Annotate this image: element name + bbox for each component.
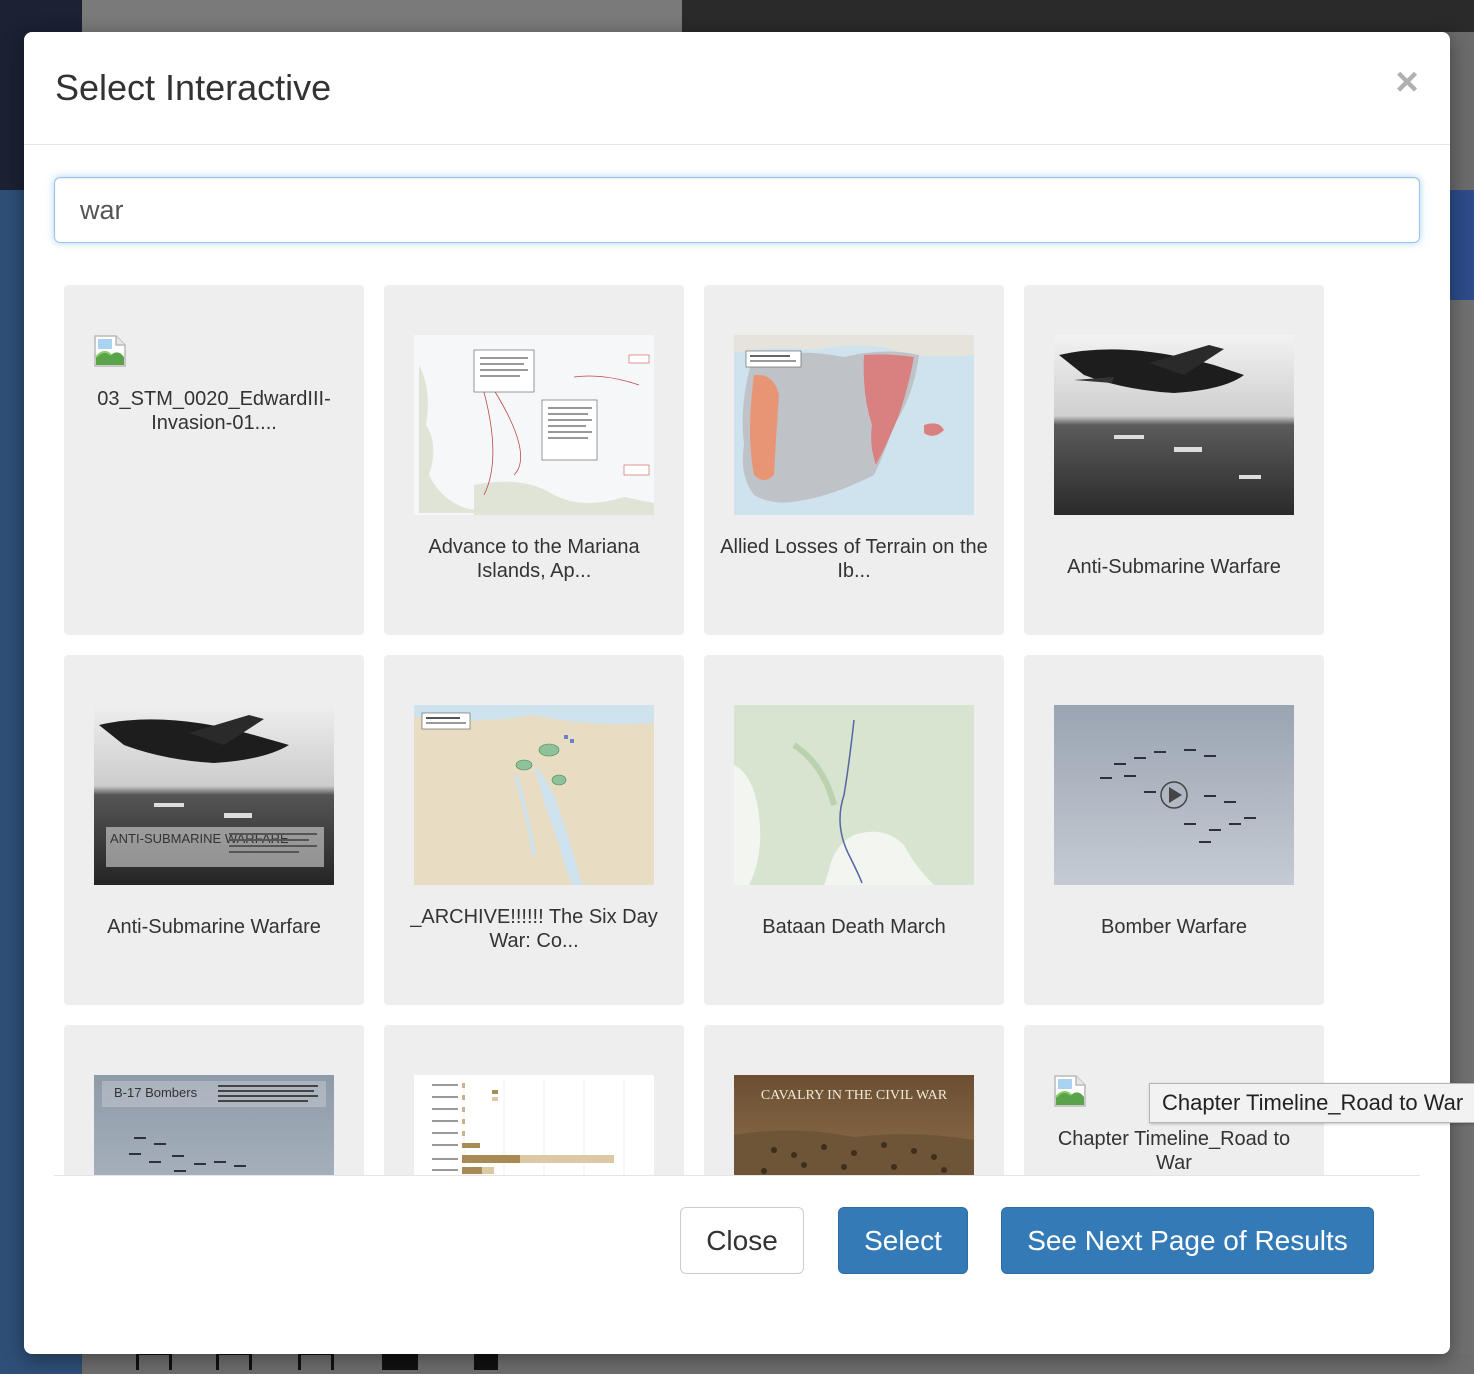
result-label: Allied Losses of Terrain on the Ib... <box>720 536 988 582</box>
results-grid: 03_STM_0020_EdwardIII-Invasion-01.... Ad… <box>54 262 1420 1175</box>
result-label: Advance to the Mariana Islands, Ap... <box>428 536 640 582</box>
app-right-panel <box>1450 300 1474 1374</box>
photo-thumbnail <box>1054 335 1294 515</box>
modal-footer: Close Select See Next Page of Results <box>54 1175 1420 1354</box>
app-topbar-dark <box>682 0 1474 32</box>
result-card[interactable]: Advance to the Mariana Islands, Ap... <box>384 285 684 635</box>
result-card[interactable]: Anti-Submarine Warfare <box>1024 285 1324 635</box>
app-topbar <box>82 0 682 32</box>
result-label: Bataan Death March <box>762 916 946 938</box>
app-bottom-toolbar <box>82 1354 1474 1374</box>
select-button[interactable]: Select <box>838 1207 968 1274</box>
upload-icon <box>298 1352 334 1370</box>
photo-thumbnail: B-17 Bombers <box>94 1075 334 1175</box>
result-label: Anti-Submarine Warfare <box>1067 556 1281 578</box>
close-button[interactable]: Close <box>680 1207 804 1274</box>
photo-thumbnail: ANTI-SUBMARINE WARFARE <box>94 705 334 885</box>
close-icon[interactable]: × <box>1390 62 1424 102</box>
add-box-icon <box>136 1352 172 1370</box>
add-copy-icon <box>216 1352 252 1370</box>
result-label: _ARCHIVE!!!!!! The Six Day War: Co... <box>410 906 658 952</box>
map-thumbnail <box>414 335 654 515</box>
map-thumbnail <box>734 335 974 515</box>
tooltip: Chapter Timeline_Road to War <box>1149 1083 1474 1123</box>
video-thumbnail <box>1054 705 1294 885</box>
result-card[interactable]: Bomber Warfare <box>1024 655 1324 1005</box>
next-page-button[interactable]: See Next Page of Results <box>1001 1207 1374 1274</box>
modal-header: Select Interactive × <box>24 32 1450 145</box>
result-card[interactable] <box>384 1025 684 1175</box>
broken-image-icon <box>94 335 126 367</box>
result-card[interactable]: ANTI-SUBMARINE WARFARE Anti-Submarine Wa… <box>64 655 364 1005</box>
result-card[interactable]: Allied Losses of Terrain on the Ib... <box>704 285 1004 635</box>
map-thumbnail <box>734 705 974 885</box>
select-interactive-modal: Select Interactive × 03_STM_0020_EdwardI… <box>24 32 1450 1354</box>
painting-thumbnail: CAVALRY IN THE CIVIL WAR <box>734 1075 974 1175</box>
chart-thumbnail <box>414 1075 654 1175</box>
result-label: Anti-Submarine Warfare <box>107 916 321 938</box>
result-label: 03_STM_0020_EdwardIII-Invasion-01.... <box>97 388 331 434</box>
result-card[interactable]: 03_STM_0020_EdwardIII-Invasion-01.... <box>64 285 364 635</box>
result-label: Bomber Warfare <box>1101 916 1247 938</box>
search-input[interactable] <box>54 177 1420 243</box>
thumb-caption: B-17 Bombers <box>114 1085 198 1100</box>
result-card[interactable]: Bataan Death March <box>704 655 1004 1005</box>
thumb-caption: CAVALRY IN THE CIVIL WAR <box>761 1088 948 1103</box>
map-thumbnail <box>414 705 654 885</box>
remove-icon <box>382 1352 418 1370</box>
result-card[interactable]: _ARCHIVE!!!!!! The Six Day War: Co... <box>384 655 684 1005</box>
app-right-tab <box>1450 190 1474 300</box>
result-card[interactable]: B-17 Bombers <box>64 1025 364 1175</box>
trash-icon <box>474 1352 498 1370</box>
broken-image-icon <box>1054 1075 1086 1107</box>
modal-title: Select Interactive <box>55 67 332 108</box>
result-label: Chapter Timeline_Road to War <box>1057 1128 1291 1174</box>
result-card[interactable]: CAVALRY IN THE CIVIL WAR <box>704 1025 1004 1175</box>
